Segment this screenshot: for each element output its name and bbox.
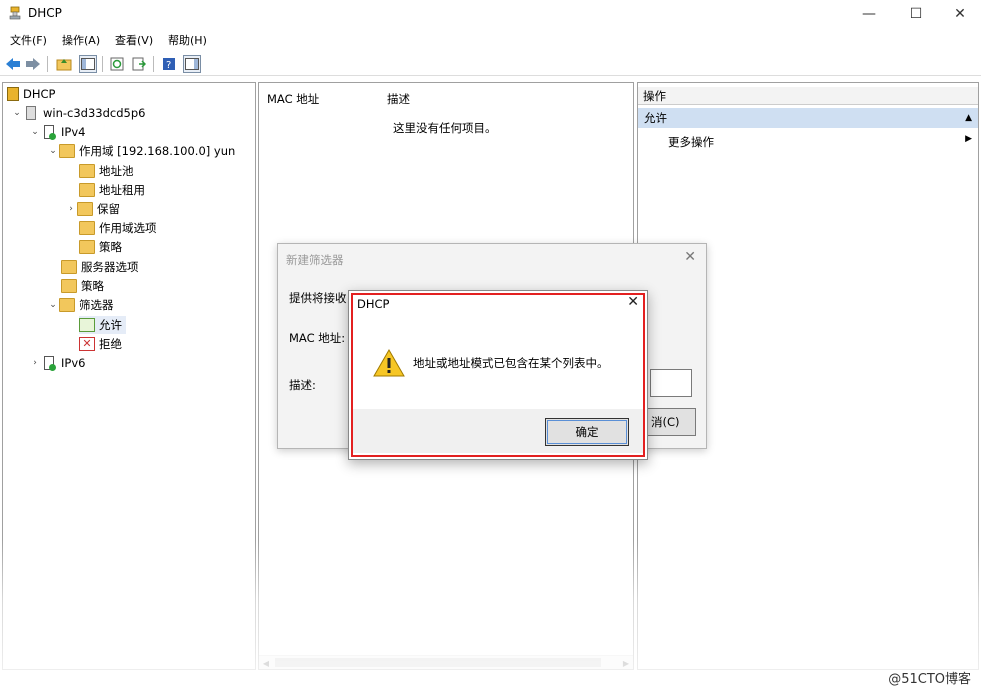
expanded-chevron-icon[interactable]: ⌄: [47, 146, 59, 156]
policies-icon: [61, 279, 77, 293]
close-icon[interactable]: ✕: [627, 294, 639, 310]
collapsed-chevron-icon[interactable]: ›: [29, 358, 41, 368]
policies-icon: [79, 240, 95, 254]
console-tree: DHCP ⌄ win-c3d33dcd5p6 ⌄ IPv4 ⌄ 作用域 [192…: [2, 82, 256, 670]
tree-node-deny[interactable]: ✕ 拒绝: [79, 335, 122, 353]
dhcp-app-icon: [9, 6, 21, 20]
allow-filter-icon: [79, 318, 95, 332]
menu-view[interactable]: 查看(V): [115, 32, 153, 48]
tree-node-scope-options[interactable]: 作用域选项: [79, 219, 157, 237]
reservations-icon: [77, 202, 93, 216]
address-leases-icon: [79, 183, 95, 197]
server-options-icon: [61, 260, 77, 274]
expanded-chevron-icon[interactable]: ⌄: [29, 127, 41, 137]
menu-bar: 文件(F) 操作(A) 查看(V) 帮助(H): [0, 30, 981, 50]
refresh-icon[interactable]: [108, 55, 126, 73]
column-header-mac[interactable]: MAC 地址: [267, 91, 319, 107]
server-icon: [26, 106, 36, 120]
close-window-button[interactable]: ✕: [940, 0, 980, 28]
scope-options-icon: [79, 221, 95, 235]
minimize-button[interactable]: —: [849, 0, 889, 28]
svg-text:?: ?: [166, 60, 171, 71]
back-arrow-icon[interactable]: [4, 55, 22, 73]
new-filter-dialog-title: 新建筛选器: [286, 253, 344, 267]
tree-node-server-options[interactable]: 服务器选项: [61, 258, 139, 276]
scroll-left-icon[interactable]: ◀: [259, 656, 273, 670]
column-header-description[interactable]: 描述: [387, 91, 410, 107]
mac-address-label: MAC 地址:: [289, 331, 346, 345]
tree-node-dhcp[interactable]: DHCP: [7, 85, 55, 103]
description-label: 描述:: [289, 378, 316, 392]
ipv4-icon: [44, 125, 56, 140]
toolbar: ?: [0, 52, 981, 76]
collapse-up-icon[interactable]: ▲: [965, 108, 972, 128]
folder-icon: [59, 144, 75, 158]
alert-message: 地址或地址模式已包含在某个列表中。: [413, 356, 609, 370]
actions-header: 操作: [638, 87, 978, 105]
tree-node-filters[interactable]: ⌄ 筛选器: [47, 296, 114, 314]
tree-node-ipv6[interactable]: › IPv6: [29, 354, 85, 372]
expanded-chevron-icon[interactable]: ⌄: [11, 108, 23, 118]
dhcp-root-icon: [7, 87, 19, 101]
provide-label: 提供将接收: [289, 291, 347, 305]
submenu-arrow-icon: ▶: [965, 134, 972, 144]
tree-node-reservations[interactable]: › 保留: [65, 200, 120, 218]
tree-node-address-leases[interactable]: 地址租用: [79, 181, 145, 199]
address-pool-icon: [79, 164, 95, 178]
warning-icon: [373, 349, 405, 377]
description-input[interactable]: [650, 369, 692, 397]
tree-node-ipv4[interactable]: ⌄ IPv4: [29, 123, 85, 141]
actions-section-allow[interactable]: 允许 ▲: [638, 108, 978, 128]
deny-filter-icon: ✕: [79, 337, 95, 351]
close-icon[interactable]: ✕: [684, 249, 696, 265]
dhcp-alert-dialog: DHCP ✕ 地址或地址模式已包含在某个列表中。 确定: [348, 290, 648, 460]
menu-file[interactable]: 文件(F): [10, 32, 47, 48]
ipv6-icon: [44, 356, 56, 371]
scrollbar-thumb[interactable]: [275, 658, 601, 667]
tree-node-scope-policies[interactable]: 策略: [79, 238, 122, 256]
tree-node-scope[interactable]: ⌄ 作用域 [192.168.100.0] yun: [47, 142, 235, 160]
up-folder-icon[interactable]: [55, 55, 73, 73]
tree-node-policies[interactable]: 策略: [61, 277, 104, 295]
menu-action[interactable]: 操作(A): [62, 32, 100, 48]
scroll-right-icon[interactable]: ▶: [619, 656, 633, 670]
alert-title: DHCP: [357, 297, 390, 311]
ok-button[interactable]: 确定: [545, 418, 629, 446]
tree-node-server[interactable]: ⌄ win-c3d33dcd5p6: [11, 104, 145, 122]
tree-node-address-pool[interactable]: 地址池: [79, 162, 134, 180]
show-hide-tree-icon[interactable]: [79, 55, 97, 73]
more-actions-item[interactable]: 更多操作: [668, 134, 714, 150]
empty-list-message: 这里没有任何项目。: [393, 121, 497, 135]
watermark: @51CTO博客: [888, 672, 971, 687]
filters-icon: [59, 298, 75, 312]
export-list-icon[interactable]: [130, 55, 148, 73]
cancel-button[interactable]: 消(C): [646, 408, 696, 436]
expanded-chevron-icon[interactable]: ⌄: [47, 300, 59, 310]
maximize-button[interactable]: ☐: [896, 0, 936, 28]
title-bar: DHCP — ☐ ✕: [0, 0, 981, 28]
menu-help[interactable]: 帮助(H): [168, 32, 207, 48]
window-title: DHCP: [28, 6, 62, 20]
forward-arrow-icon[interactable]: [24, 55, 42, 73]
collapsed-chevron-icon[interactable]: ›: [65, 204, 77, 214]
show-hide-action-pane-icon[interactable]: [183, 55, 201, 73]
tree-node-allow[interactable]: 允许: [79, 316, 126, 334]
horizontal-scrollbar[interactable]: ◀ ▶: [259, 655, 633, 669]
help-icon[interactable]: ?: [160, 55, 178, 73]
